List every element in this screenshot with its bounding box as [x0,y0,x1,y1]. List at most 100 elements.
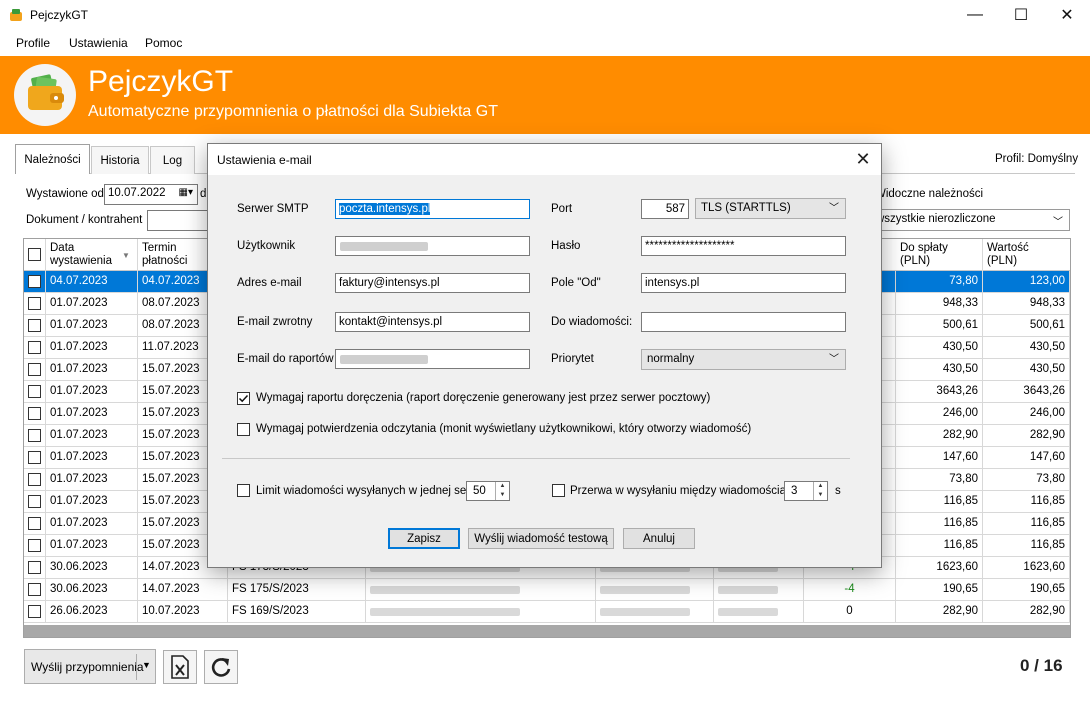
cell-issue-date: 01.07.2023 [46,425,138,446]
table-row[interactable]: 26.06.2023 10.07.2023 FS 169/S/2023 0 282,90… [24,601,1070,623]
row-checkbox-cell[interactable] [24,447,46,468]
read-receipt-checkbox[interactable] [237,423,250,436]
bcc-input[interactable] [641,312,846,332]
smtp-server-label: Serwer SMTP [237,203,309,215]
tab-log[interactable]: Log [150,146,195,174]
row-checkbox-cell[interactable] [24,601,46,622]
send-pause-checkbox[interactable] [552,484,565,497]
email-address-input[interactable]: faktury@intensys.pl [335,273,530,293]
row-checkbox[interactable] [28,605,41,618]
send-pause-stepper[interactable]: 3 ▲ ▼ [784,481,828,501]
row-checkbox[interactable] [28,517,41,530]
row-checkbox-cell[interactable] [24,579,46,600]
session-limit-stepper[interactable]: 50 ▲ ▼ [466,481,510,501]
row-checkbox[interactable] [28,363,41,376]
port-input[interactable]: 587 [641,199,689,219]
row-checkbox-cell[interactable] [24,337,46,358]
row-checkbox[interactable] [28,385,41,398]
stepper-arrows-icon[interactable]: ▲ ▼ [495,482,509,500]
maximize-button[interactable]: ☐ [998,0,1044,30]
tab-history[interactable]: Historia [91,146,149,174]
reports-email-input[interactable] [335,349,530,369]
menu-settings[interactable]: Ustawienia [69,36,128,50]
minimize-button[interactable]: — [952,0,998,30]
row-checkbox[interactable] [28,561,41,574]
select-all-checkbox[interactable] [28,248,41,261]
row-checkbox-cell[interactable] [24,271,46,292]
reply-email-label: E-mail zwrotny [237,316,313,328]
cancel-button[interactable]: Anuluj [623,528,695,549]
row-checkbox-cell[interactable] [24,469,46,490]
send-test-button[interactable]: Wyślij wiadomość testową [468,528,614,549]
cell-to-pay: 500,61 [896,315,983,336]
cell-to-pay: 116,85 [896,535,983,556]
select-all-header[interactable] [24,239,46,271]
row-checkbox[interactable] [28,341,41,354]
cell-issue-date: 01.07.2023 [46,293,138,314]
calendar-icon[interactable]: ▦▾ [179,187,193,198]
username-input[interactable] [335,236,530,256]
cell-issue-date: 01.07.2023 [46,315,138,336]
row-checkbox[interactable] [28,583,41,596]
row-checkbox[interactable] [28,275,41,288]
selection-counter: 0 / 16 [1020,656,1063,675]
table-row[interactable]: 30.06.2023 14.07.2023 FS 175/S/2023 -4 190,6… [24,579,1070,601]
refresh-button[interactable] [204,650,238,684]
row-checkbox-cell[interactable] [24,293,46,314]
row-checkbox-cell[interactable] [24,557,46,578]
row-checkbox-cell[interactable] [24,513,46,534]
delivery-receipt-label[interactable]: Wymagaj raportu doręczenia (raport doręc… [256,392,710,404]
stepper-arrows-icon[interactable]: ▲ ▼ [813,482,827,500]
header-value[interactable]: Wartość (PLN) [983,239,1070,271]
menu-bar: Profile Ustawienia Pomoc [0,31,1090,55]
dropdown-arrow-icon[interactable]: ▼ [142,660,151,670]
from-field-input[interactable]: intensys.pl [641,273,846,293]
menu-help[interactable]: Pomoc [145,36,182,50]
row-checkbox[interactable] [28,473,41,486]
grid-horizontal-scrollbar[interactable] [24,625,1070,637]
row-checkbox-cell[interactable] [24,535,46,556]
row-checkbox[interactable] [28,495,41,508]
row-checkbox[interactable] [28,539,41,552]
cell-issue-date: 26.06.2023 [46,601,138,622]
row-checkbox[interactable] [28,451,41,464]
security-select[interactable]: TLS (STARTTLS) ﹀ [695,198,846,219]
reply-email-input[interactable]: kontakt@intensys.pl [335,312,530,332]
cell-value: 1623,60 [983,557,1070,578]
row-checkbox[interactable] [28,429,41,442]
smtp-server-input[interactable]: poczta.intensys.pl [335,199,530,219]
row-checkbox[interactable] [28,297,41,310]
row-checkbox-cell[interactable] [24,425,46,446]
close-button[interactable]: ✕ [1044,0,1090,30]
header-to-pay[interactable]: Do spłaty (PLN) [896,239,983,271]
menu-profile[interactable]: Profile [16,36,50,50]
visible-receivables-select[interactable]: wszystkie nierozliczone ﹀ [870,209,1070,231]
priority-select[interactable]: normalny ﹀ [641,349,846,370]
tab-receivables[interactable]: Należności [15,144,90,174]
chevron-down-icon: ﹀ [829,354,839,365]
document-filter-input[interactable] [147,210,209,231]
cell-to-pay: 73,80 [896,469,983,490]
row-checkbox-cell[interactable] [24,315,46,336]
row-checkbox[interactable] [28,319,41,332]
password-input[interactable]: ******************** [641,236,846,256]
row-checkbox-cell[interactable] [24,491,46,512]
send-reminders-split-button[interactable]: Wyślij przypomnienia ▼ [24,649,156,684]
row-checkbox-cell[interactable] [24,403,46,424]
session-limit-checkbox[interactable] [237,484,250,497]
row-checkbox-cell[interactable] [24,381,46,402]
row-checkbox-cell[interactable] [24,359,46,380]
save-button[interactable]: Zapisz [388,528,460,549]
bcc-label: Do wiadomości: [551,316,633,328]
split-divider [136,654,137,680]
security-value: TLS (STARTTLS) [701,202,791,214]
dialog-close-icon[interactable]: ✕ [848,147,878,171]
redacted-username [340,242,428,251]
delivery-receipt-checkbox[interactable] [237,392,250,405]
session-limit-label[interactable]: Limit wiadomości wysyłanych w jednej ses… [256,485,477,497]
export-excel-button[interactable] [163,650,197,684]
row-checkbox[interactable] [28,407,41,420]
issued-from-date-picker[interactable]: 10.07.2022 ▦▾ [104,184,198,205]
read-receipt-label[interactable]: Wymagaj potwierdzenia odczytania (monit … [256,423,751,435]
send-pause-label[interactable]: Przerwa w wysyłaniu między wiadomościami [570,485,798,497]
